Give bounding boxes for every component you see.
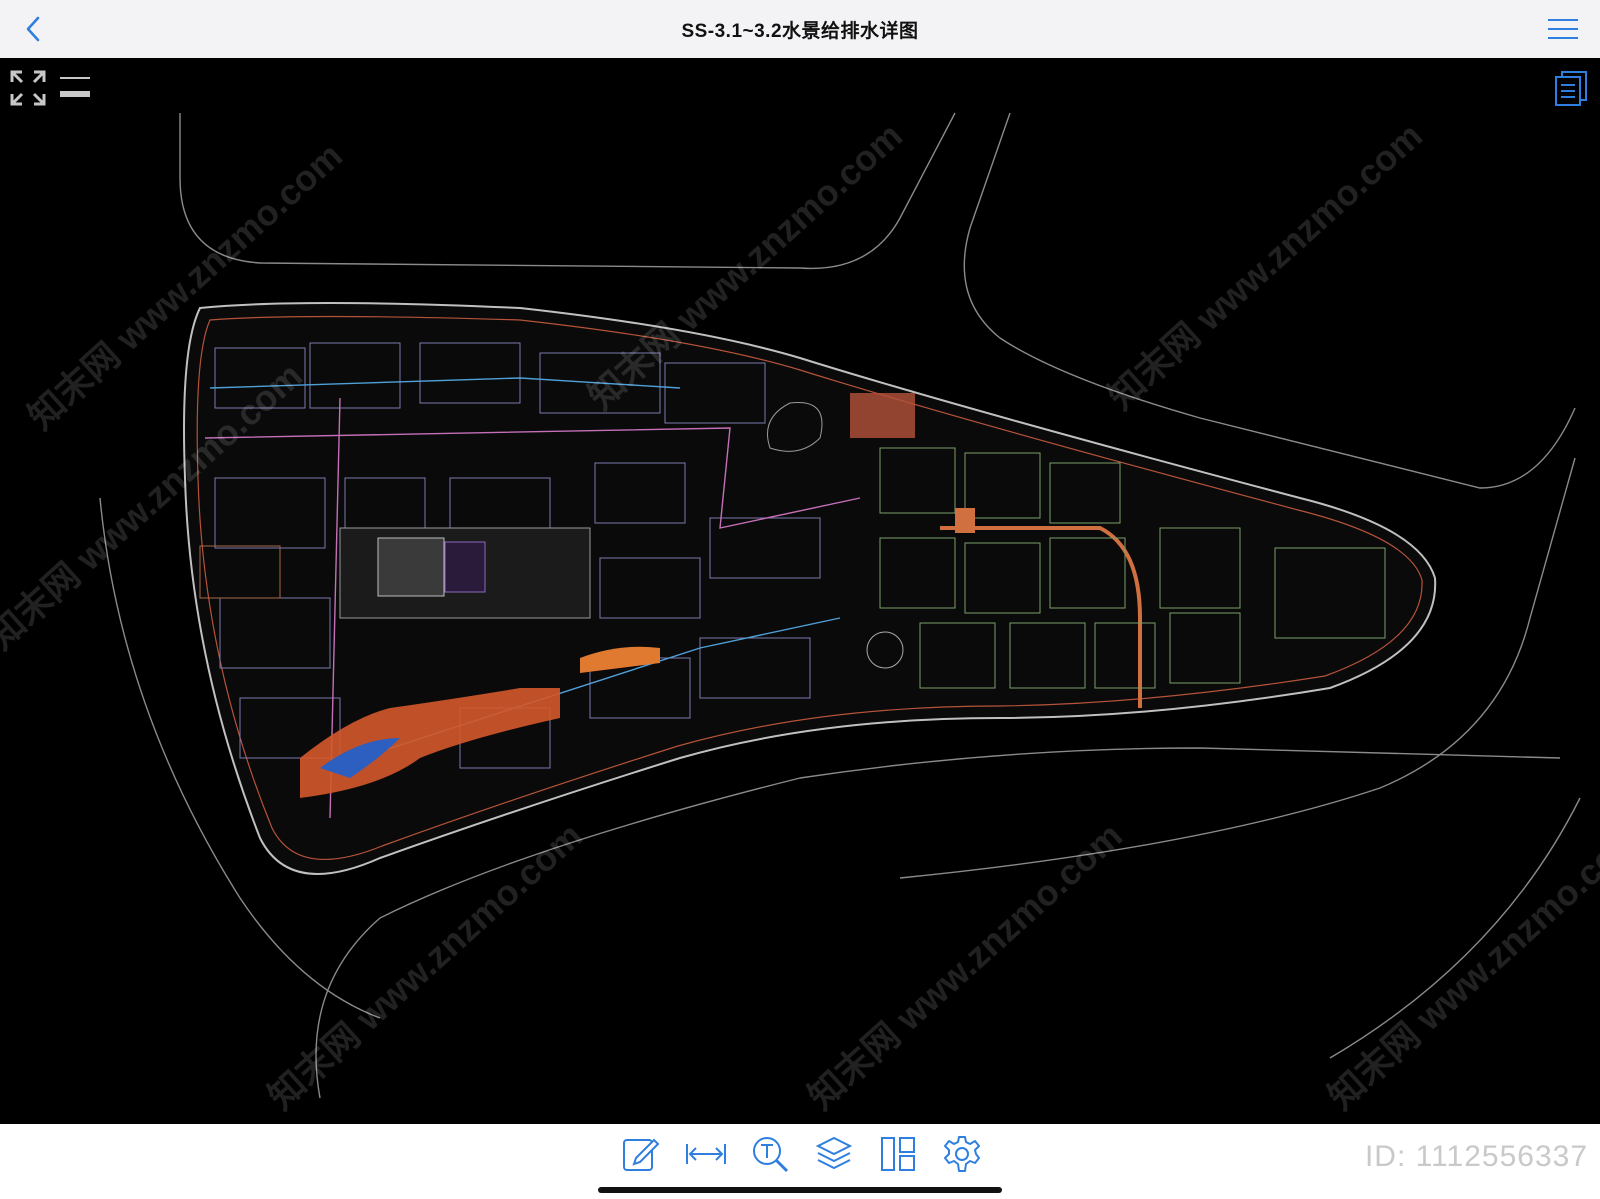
settings-button[interactable]	[942, 1134, 982, 1174]
id-label: ID: 1112556337	[1364, 1140, 1588, 1173]
gear-icon	[944, 1136, 980, 1172]
annotate-button[interactable]	[620, 1134, 660, 1174]
drawing-canvas[interactable]: 知末网 www.znzmo.com 知末网 www.znzmo.com 知末网 …	[0, 58, 1600, 1124]
measure-arrows-icon	[686, 1144, 726, 1164]
layout-panels-icon	[881, 1137, 915, 1171]
page-title: SS-3.1~3.2水景给排水详图	[681, 21, 919, 42]
layout-button[interactable]	[878, 1134, 918, 1174]
expand-arrows-icon	[10, 70, 46, 106]
hamburger-menu-icon	[1548, 19, 1578, 39]
layers-button[interactable]	[814, 1134, 854, 1174]
layers-icon	[815, 1136, 853, 1170]
line-weight-icon	[60, 77, 90, 97]
fit-screen-button[interactable]	[10, 70, 46, 106]
measure-button[interactable]	[684, 1134, 726, 1174]
document-pages-icon	[1555, 71, 1587, 106]
home-indicator[interactable]	[598, 1187, 1002, 1193]
line-weight-button[interactable]	[58, 74, 92, 100]
pencil-edit-icon	[623, 1138, 660, 1171]
menu-button[interactable]	[1546, 16, 1580, 42]
bottom-toolbar: ID: 1112556337	[0, 1124, 1600, 1199]
navigation-bar: SS-3.1~3.2水景给排水详图	[0, 0, 1600, 59]
site-plan-drawing	[99, 112, 1581, 1099]
text-search-icon	[753, 1137, 789, 1173]
pages-button[interactable]	[1552, 70, 1588, 106]
text-search-button[interactable]	[750, 1134, 790, 1174]
